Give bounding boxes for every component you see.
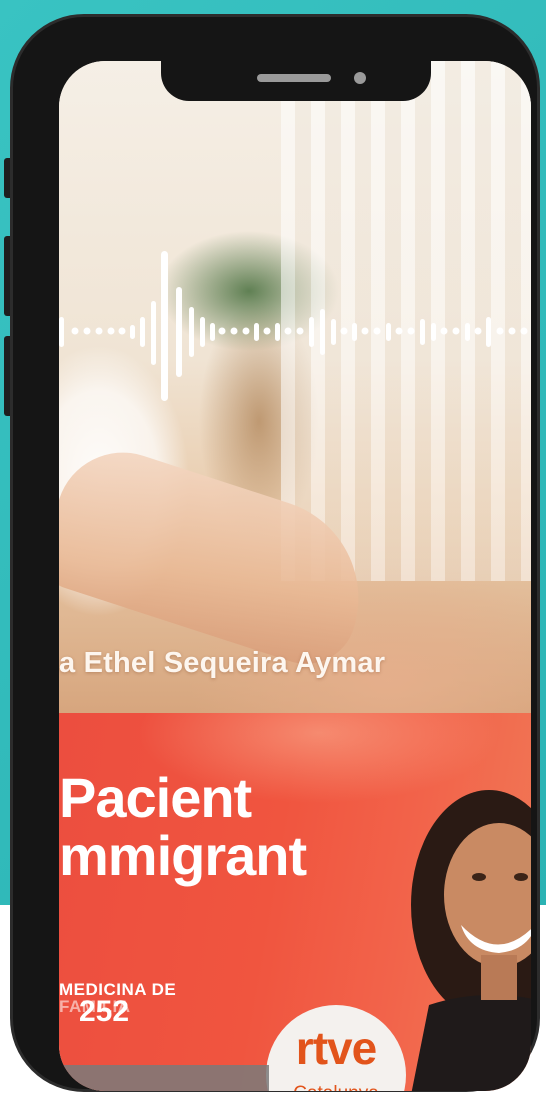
speaker-name-caption: a Ethel Sequeira Aymar (59, 647, 386, 679)
episode-number: 252 (79, 995, 130, 1028)
cover-title: Pacient mmigrant (59, 766, 307, 887)
phone-frame: a Ethel Sequeira Aymar Pacient mmigrant … (10, 14, 540, 1092)
phone-notch (161, 45, 431, 101)
podcast-cover: Pacient mmigrant MEDICINA DE FAMILIA 252… (59, 713, 531, 1091)
rtve-logo-subtitle: Catalunya (266, 1083, 406, 1091)
audio-waveform-icon (59, 251, 528, 401)
woman-portrait (411, 790, 531, 1091)
rtve-logo-text: rtve (295, 1022, 377, 1074)
phone-screen: a Ethel Sequeira Aymar Pacient mmigrant … (59, 61, 531, 1091)
speaker-grill (257, 74, 331, 82)
camera-icon (354, 72, 366, 84)
cover-bottom-bar (59, 1065, 269, 1091)
rtve-logo: rtve Catalunya (266, 1005, 406, 1091)
